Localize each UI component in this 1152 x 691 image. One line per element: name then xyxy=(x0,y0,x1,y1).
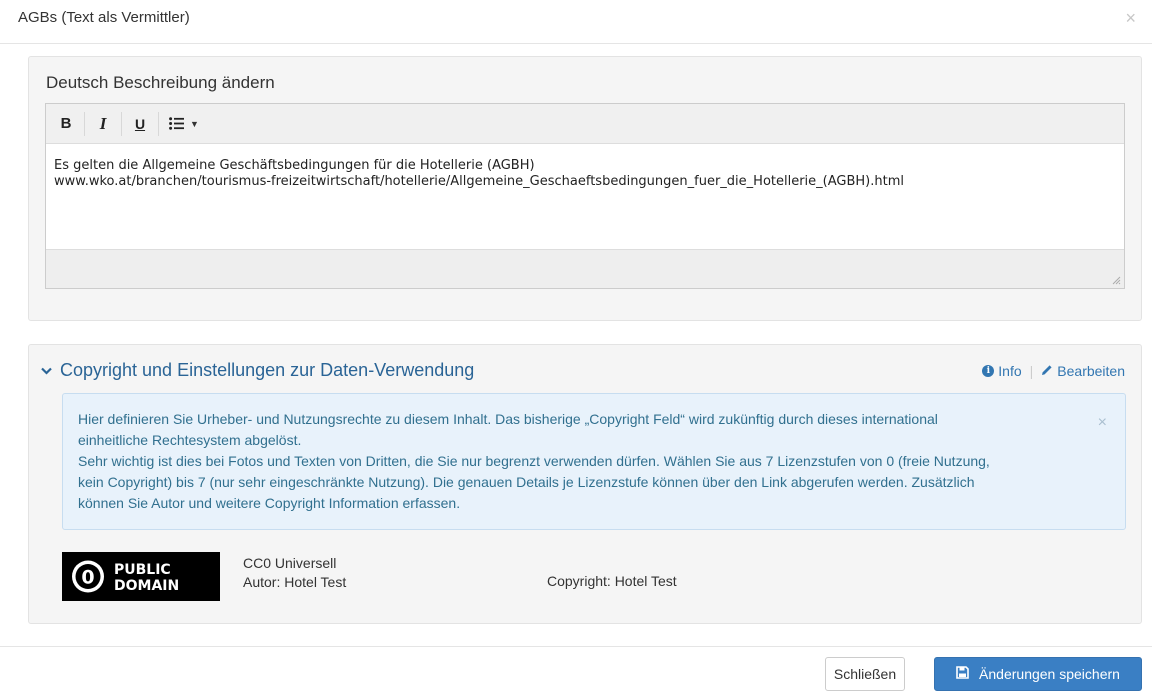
info-icon: i xyxy=(982,365,995,377)
toolbar-divider xyxy=(158,111,159,136)
logo-line-1: PUBLIC xyxy=(114,562,171,578)
info-link[interactable]: i Info xyxy=(982,363,1022,379)
copyright-actions: i Info | Bearbeiten xyxy=(982,363,1125,379)
alert-line: können Sie Autor und weitere Copyright I… xyxy=(78,495,461,511)
copyright-heading: Copyright und Einstellungen zur Daten-Ve… xyxy=(60,360,475,380)
public-domain-logo[interactable]: 0 PUBLIC DOMAIN xyxy=(62,552,220,601)
info-label: Info xyxy=(998,363,1022,379)
info-alert: Hier definieren Sie Urheber- und Nutzung… xyxy=(62,393,1126,530)
caret-down-icon: ▼ xyxy=(190,118,199,129)
save-button[interactable]: Änderungen speichern xyxy=(934,657,1142,691)
alert-line: einheitliche Rechtesystem abgelöst. xyxy=(78,432,302,448)
editor-statusbar xyxy=(46,249,1124,288)
chevron-down-icon xyxy=(41,364,52,378)
copyright-toggle[interactable]: Copyright und Einstellungen zur Daten-Ve… xyxy=(41,360,474,381)
modal-footer: Schließen Änderungen speichern xyxy=(0,646,1152,691)
edit-label: Bearbeiten xyxy=(1057,363,1125,379)
license-author: Autor: Hotel Test xyxy=(243,574,347,590)
copyright-panel: Copyright und Einstellungen zur Daten-Ve… xyxy=(28,344,1142,624)
list-ul-icon xyxy=(169,117,184,130)
description-panel: Deutsch Beschreibung ändern B I U ▼ Es g… xyxy=(28,56,1142,321)
editor-heading: Deutsch Beschreibung ändern xyxy=(46,73,275,92)
editor-toolbar: B I U ▼ xyxy=(46,104,1124,144)
logo-line-2: DOMAIN xyxy=(114,578,179,594)
license-name: CC0 Universell xyxy=(243,555,337,571)
alert-line: Hier definieren Sie Urheber- und Nutzung… xyxy=(78,411,938,427)
underline-button[interactable]: U xyxy=(124,109,156,139)
close-button[interactable]: Schließen xyxy=(825,657,905,691)
alert-line: Sehr wichtig ist dies bei Fotos und Text… xyxy=(78,453,990,469)
save-label: Änderungen speichern xyxy=(979,666,1120,682)
editor-content-line: Es gelten die Allgemeine Geschäftsbeding… xyxy=(54,158,535,173)
logo-digit: 0 xyxy=(81,567,94,589)
edit-link[interactable]: Bearbeiten xyxy=(1041,363,1125,379)
list-dropdown-button[interactable]: ▼ xyxy=(161,109,207,139)
floppy-disk-icon xyxy=(956,666,969,682)
license-copyright: Copyright: Hotel Test xyxy=(547,573,677,589)
modal-header: AGBs (Text als Vermittler) × xyxy=(0,0,1152,44)
toolbar-divider xyxy=(84,111,85,136)
license-info: CC0 Universell Autor: Hotel Test xyxy=(243,554,346,592)
resize-handle-icon[interactable] xyxy=(1111,275,1121,285)
alert-close-icon[interactable]: × xyxy=(1098,412,1107,433)
editor-content-line: www.wko.at/branchen/tourismus-freizeitwi… xyxy=(54,174,904,189)
toolbar-divider xyxy=(121,111,122,136)
rich-text-editor: B I U ▼ Es gelten die Allgemeine Geschäf… xyxy=(45,103,1125,289)
modal-title: AGBs (Text als Vermittler) xyxy=(18,9,190,26)
actions-divider: | xyxy=(1029,363,1034,379)
pencil-icon xyxy=(1041,363,1053,379)
alert-line: kein Copyright) bis 7 (nur sehr eingesch… xyxy=(78,474,975,490)
editor-content[interactable]: Es gelten die Allgemeine Geschäftsbeding… xyxy=(46,144,1124,249)
italic-button[interactable]: I xyxy=(87,109,119,139)
close-icon[interactable]: × xyxy=(1125,9,1136,27)
bold-button[interactable]: B xyxy=(50,109,82,139)
